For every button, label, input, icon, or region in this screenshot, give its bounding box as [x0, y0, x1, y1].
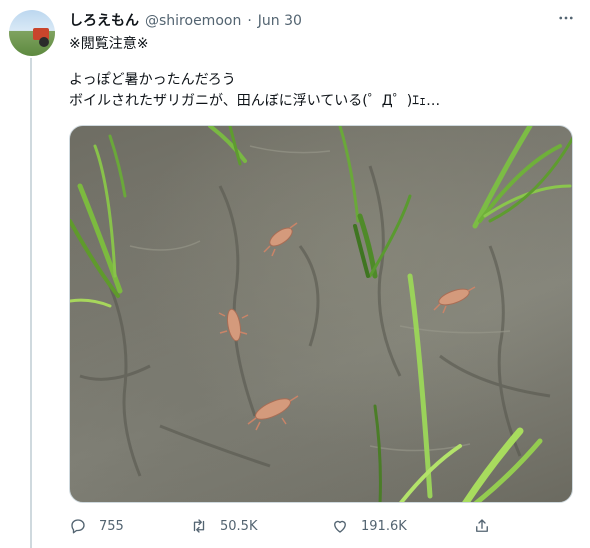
reply-icon — [71, 519, 85, 534]
like-count: 191.6K — [361, 518, 407, 534]
avatar[interactable] — [9, 10, 55, 56]
reply-button[interactable]: 755 — [69, 514, 124, 538]
tweet-date[interactable]: Jun 30 — [258, 13, 302, 29]
retweet-button[interactable]: 50.5K — [190, 514, 257, 538]
more-horizontal-icon[interactable] — [556, 8, 576, 28]
tweet-photo[interactable] — [69, 125, 573, 503]
share-icon — [476, 519, 488, 532]
tweet-header: しろえもん @shiroemoon · Jun 30 — [69, 10, 302, 30]
thread-line — [30, 58, 32, 548]
tweet-text: ※閲覧注意※ よっぽど暑かったんだろう ボイルされたザリガニが、田んぼに浮いてい… — [69, 34, 569, 112]
rice-shoots — [70, 126, 572, 502]
tweet-actions: 755 50.5K 191.6K — [69, 514, 509, 538]
photo-rice-paddy-crayfish — [70, 126, 572, 502]
more-dots-svg — [559, 16, 573, 20]
crayfish-group — [226, 227, 470, 420]
crayfish-legs — [218, 222, 476, 431]
tweet-text-line-1: ※閲覧注意※ — [69, 36, 149, 52]
retweet-icon — [193, 519, 205, 533]
retweet-count: 50.5K — [220, 518, 258, 534]
like-button[interactable]: 191.6K — [331, 514, 407, 538]
heart-icon — [334, 520, 346, 533]
reply-count: 755 — [99, 518, 124, 534]
user-handle[interactable]: @shiroemoon — [145, 13, 241, 29]
avatar-wheel-shape — [39, 37, 49, 47]
share-button[interactable] — [473, 514, 491, 538]
separator: · — [247, 13, 252, 29]
tweet-text-line-2: よっぽど暑かったんだろう — [69, 72, 236, 88]
tweet-text-line-3: ボイルされたザリガニが、田んぼに浮いている(゜Д゜)ｴｪ… — [69, 93, 441, 109]
display-name[interactable]: しろえもん — [69, 10, 139, 30]
